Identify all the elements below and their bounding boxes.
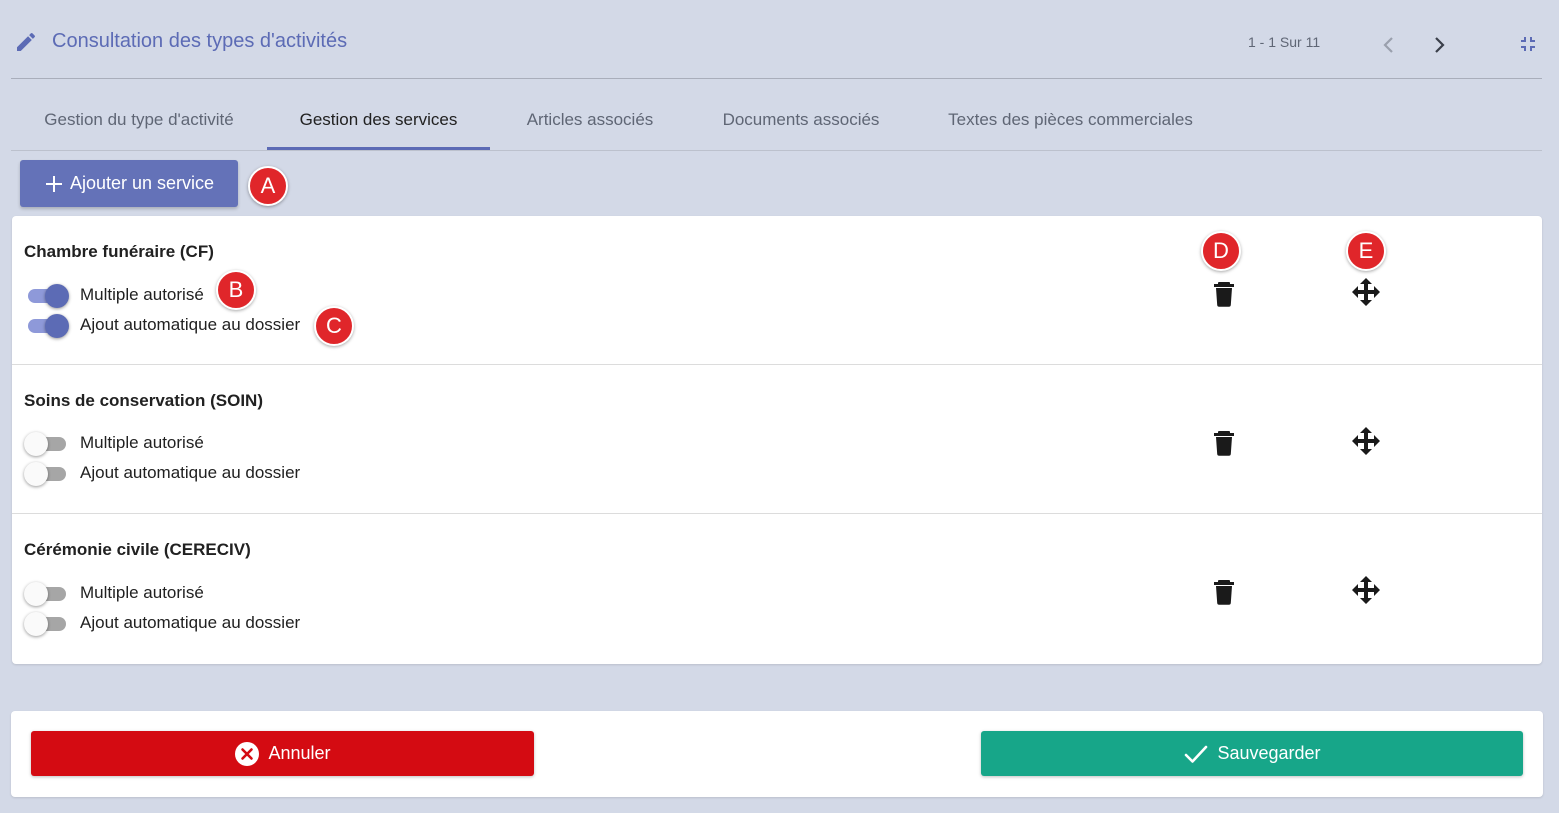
annotation-marker-e: E [1346, 231, 1386, 271]
toggle-label: Ajout automatique au dossier [80, 315, 301, 334]
toggle-label: Ajout automatique au dossier [80, 613, 301, 632]
cancel-button[interactable]: Annuler [31, 731, 534, 776]
multiple-toggle[interactable]: Multiple autorisé [24, 430, 204, 456]
pagination-text: 1 - 1 Sur 11 [1248, 34, 1321, 50]
pencil-icon [17, 32, 36, 51]
cancel-label: Annuler [268, 743, 331, 763]
next-icon[interactable] [1427, 33, 1451, 57]
collapse-icon[interactable] [1516, 32, 1540, 56]
tab-articles-associes[interactable]: Articles associés [490, 94, 690, 150]
tab-bar: Gestion du type d'activité Gestion des s… [11, 94, 1542, 151]
service-name: Chambre funéraire (CF) [24, 242, 214, 261]
auto-add-toggle[interactable]: Ajout automatique au dossier [24, 312, 300, 338]
annotation-marker-c: C [314, 306, 354, 346]
toggle-switch[interactable] [24, 313, 70, 338]
move-arrows-icon[interactable] [1351, 277, 1381, 307]
toggle-label: Multiple autorisé [80, 433, 204, 452]
plus-icon [45, 175, 62, 192]
trash-icon[interactable] [1209, 278, 1239, 308]
auto-add-toggle[interactable]: Ajout automatique au dossier [24, 610, 300, 636]
tab-gestion-type-activite[interactable]: Gestion du type d'activité [11, 94, 267, 150]
auto-add-toggle[interactable]: Ajout automatique au dossier [24, 460, 300, 486]
multiple-toggle[interactable]: Multiple autorisé [24, 580, 204, 606]
action-footer: Annuler Sauvegarder [11, 711, 1543, 797]
trash-icon[interactable] [1209, 576, 1239, 606]
toggle-switch[interactable] [24, 611, 70, 636]
toggle-switch[interactable] [24, 581, 70, 606]
save-label: Sauvegarder [1217, 743, 1321, 763]
toggle-switch[interactable] [24, 431, 70, 456]
move-arrows-icon[interactable] [1351, 575, 1381, 605]
previous-icon[interactable] [1377, 33, 1401, 57]
toggle-switch[interactable] [24, 283, 70, 308]
annotation-marker-a: A [248, 166, 288, 206]
trash-icon[interactable] [1209, 427, 1239, 457]
tab-gestion-services[interactable]: Gestion des services [267, 94, 490, 150]
toggle-label: Ajout automatique au dossier [80, 463, 301, 482]
add-service-button[interactable]: Ajouter un service [20, 160, 238, 207]
add-service-label: Ajouter un service [69, 173, 215, 193]
check-icon [1185, 745, 1208, 763]
annotation-marker-d: D [1201, 231, 1241, 271]
tab-documents-associes[interactable]: Documents associés [690, 94, 912, 150]
service-row: Cérémonie civile (CERECIV) Multiple auto… [12, 514, 1542, 663]
service-name: Cérémonie civile (CERECIV) [24, 540, 251, 559]
close-circle-icon [235, 741, 260, 766]
service-name: Soins de conservation (SOIN) [24, 391, 263, 410]
multiple-toggle[interactable]: Multiple autorisé [24, 282, 204, 308]
page-header: Consultation des types d'activités 1 - 1… [11, 0, 1542, 79]
toggle-label: Multiple autorisé [80, 583, 204, 602]
service-row: Soins de conservation (SOIN) Multiple au… [12, 365, 1542, 514]
save-button[interactable]: Sauvegarder [981, 731, 1523, 776]
toggle-switch[interactable] [24, 461, 70, 486]
toggle-label: Multiple autorisé [80, 285, 204, 304]
move-arrows-icon[interactable] [1351, 426, 1381, 456]
annotation-marker-b: B [216, 270, 256, 310]
tab-textes-pieces-commerciales[interactable]: Textes des pièces commerciales [912, 94, 1229, 150]
page-title: Consultation des types d'activités [52, 30, 348, 52]
